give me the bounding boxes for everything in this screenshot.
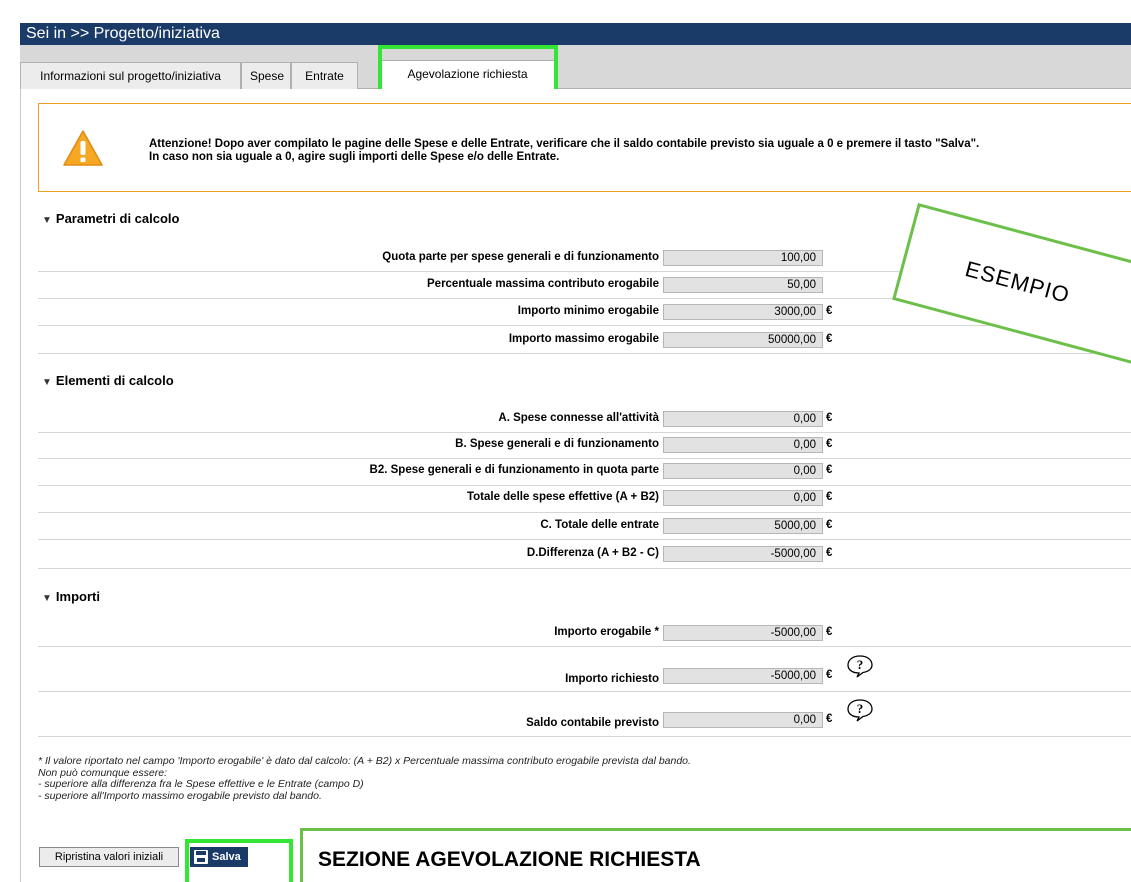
- field-label: Importo richiesto: [565, 673, 659, 685]
- quota-parte-field: 100,00: [663, 250, 823, 266]
- field-label: Totale delle spese effettive (A + B2): [466, 491, 659, 503]
- importo-massimo-field: 50000,00: [663, 332, 823, 348]
- footnote-line: - superiore alla differenza fra le Spese…: [38, 778, 364, 790]
- unit-label: €: [826, 669, 833, 681]
- collapse-triangle-icon[interactable]: ▼: [42, 377, 52, 388]
- field-label: D.Differenza (A + B2 - C): [526, 547, 659, 559]
- footnote: * Il valore riportato nel campo 'Importo…: [38, 755, 691, 802]
- example-stamp: ESEMPIO: [892, 203, 1131, 367]
- example-stamp-text: ESEMPIO: [962, 256, 1073, 308]
- section-title-label: Elementi di calcolo: [55, 373, 174, 388]
- section-title-label: Importi: [55, 589, 100, 604]
- tab-entrate[interactable]: Entrate: [291, 62, 358, 89]
- section-callout-title: SEZIONE AGEVOLAZIONE RICHIESTA: [318, 848, 701, 871]
- collapse-triangle-icon[interactable]: ▼: [42, 215, 52, 226]
- unit-label: €: [826, 626, 833, 638]
- warning-alert: Attenzione! Dopo aver compilato le pagin…: [38, 103, 1131, 192]
- table-row: Importo erogabile * -5000,00 €: [38, 620, 1131, 647]
- footnote-line: - superiore all'Importo massimo erogabil…: [38, 789, 322, 802]
- field-label: Importo massimo erogabile: [508, 333, 659, 345]
- alert-line-1: Attenzione! Dopo aver compilato le pagin…: [149, 138, 980, 150]
- field-label: Percentuale massima contributo erogabile: [427, 278, 659, 290]
- field-label: Importo minimo erogabile: [517, 305, 659, 317]
- collapse-triangle-icon[interactable]: ▼: [42, 593, 52, 604]
- importo-richiesto-input[interactable]: -5000,00: [663, 668, 823, 684]
- table-row: D.Differenza (A + B2 - C) -5000,00 €: [38, 540, 1131, 569]
- field-label: A. Spese connesse all'attività: [498, 412, 659, 424]
- svg-text:?: ?: [857, 701, 864, 716]
- spese-connesse-field: 0,00: [663, 411, 823, 427]
- section-title-parametri[interactable]: ▼ Parametri di calcolo: [42, 211, 179, 226]
- totale-spese-field: 0,00: [663, 490, 823, 506]
- unit-label: €: [826, 464, 833, 476]
- unit-label: €: [826, 333, 833, 345]
- svg-text:?: ?: [857, 657, 864, 672]
- help-question-icon[interactable]: ?: [846, 698, 874, 722]
- warning-icon: [63, 130, 103, 166]
- table-row: B. Spese generali e di funzionamento 0,0…: [38, 433, 1131, 459]
- field-label: B2. Spese generali e di funzionamento in…: [369, 464, 659, 476]
- field-label: Saldo contabile previsto: [526, 717, 659, 729]
- unit-label: €: [826, 491, 833, 503]
- table-row: B2. Spese generali e di funzionamento in…: [38, 459, 1131, 486]
- spese-generali-quota-field: 0,00: [663, 463, 823, 479]
- help-question-icon[interactable]: ?: [846, 654, 874, 678]
- table-row: Importo richiesto -5000,00 € ?: [38, 647, 1131, 692]
- unit-label: €: [826, 713, 833, 725]
- table-row: A. Spese connesse all'attività 0,00 €: [38, 406, 1131, 433]
- table-row: Saldo contabile previsto 0,00 € ?: [38, 692, 1131, 737]
- importo-minimo-field: 3000,00: [663, 304, 823, 320]
- totale-entrate-field: 5000,00: [663, 518, 823, 534]
- breadcrumb: Sei in >> Progetto/iniziativa: [20, 23, 1131, 45]
- differenza-field: -5000,00: [663, 546, 823, 562]
- table-row: C. Totale delle entrate 5000,00 €: [38, 513, 1131, 540]
- percentuale-field: 50,00: [663, 277, 823, 293]
- importo-erogabile-field: -5000,00: [663, 625, 823, 641]
- tab-bar: Informazioni sul progetto/iniziativa Spe…: [20, 45, 1131, 90]
- field-label: Importo erogabile *: [554, 626, 659, 638]
- tab-spese[interactable]: Spese: [241, 62, 291, 89]
- save-highlight-box: [185, 839, 293, 882]
- field-label: B. Spese generali e di funzionamento: [455, 438, 659, 450]
- section-title-elementi[interactable]: ▼ Elementi di calcolo: [42, 373, 174, 388]
- unit-label: €: [826, 305, 833, 317]
- unit-label: €: [826, 438, 833, 450]
- table-row: Totale delle spese effettive (A + B2) 0,…: [38, 486, 1131, 513]
- field-label: Quota parte per spese generali e di funz…: [382, 251, 659, 263]
- alert-message: Attenzione! Dopo aver compilato le pagin…: [149, 138, 979, 164]
- section-title-importi[interactable]: ▼ Importi: [42, 589, 100, 604]
- unit-label: €: [826, 412, 833, 424]
- reset-button[interactable]: Ripristina valori iniziali: [39, 847, 179, 867]
- section-title-label: Parametri di calcolo: [55, 211, 180, 226]
- unit-label: €: [826, 519, 833, 531]
- field-label: C. Totale delle entrate: [540, 519, 659, 531]
- alert-line-2: In caso non sia uguale a 0, agire sugli …: [149, 151, 560, 163]
- saldo-contabile-field: 0,00: [663, 712, 823, 728]
- tab-informazioni-progetto[interactable]: Informazioni sul progetto/iniziativa: [20, 62, 241, 89]
- spese-generali-field: 0,00: [663, 437, 823, 453]
- footnote-line: * Il valore riportato nel campo 'Importo…: [38, 755, 691, 767]
- unit-label: €: [826, 547, 833, 559]
